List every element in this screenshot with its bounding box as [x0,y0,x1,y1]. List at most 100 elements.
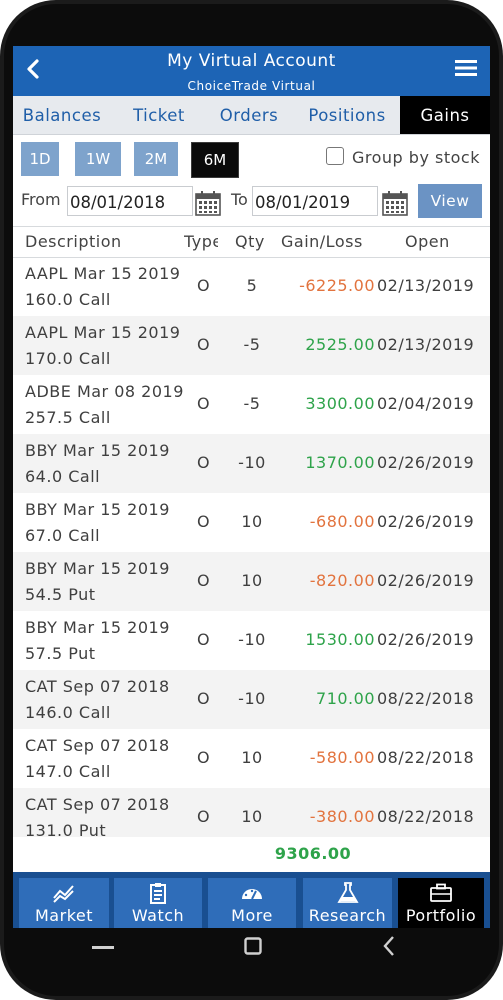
open-date-cell: 02/26/2019 [377,512,475,531]
description-cell: BBY Mar 15 2019 64.0 Call [25,441,170,486]
table-row[interactable]: AAPL Mar 15 2019 170.0 Call O -5 2525.00… [13,316,490,375]
table-row[interactable]: CAT Sep 07 2018 146.0 Call O -10 710.00 … [13,670,490,729]
description-cell: BBY Mar 15 2019 54.5 Put [25,559,170,604]
column-header-gain-loss[interactable]: Gain/Loss [281,232,363,251]
checkbox-icon[interactable] [326,147,344,165]
column-header-open[interactable]: Open [405,232,450,251]
open-date-cell: 08/22/2018 [377,689,475,708]
date-range-bar: From 08/01/2018 To 08/01/2019 View [13,184,490,220]
table-row[interactable]: CAT Sep 07 2018 147.0 Call O 10 -580.00 … [13,729,490,788]
tab-orders[interactable]: Orders [209,96,289,134]
group-by-stock-toggle[interactable]: Group by stock [326,147,480,167]
period-1w-button[interactable]: 1W [75,142,121,176]
gain-loss-cell: -580.00 [309,748,375,767]
type-cell: O [197,571,211,590]
nav-portfolio-button[interactable]: Portfolio [398,878,484,928]
nav-watch-label: Watch [131,906,185,925]
type-cell: O [197,689,211,708]
qty-cell: 10 [241,748,263,767]
gain-loss-cell: 710.00 [316,689,375,708]
tab-gains[interactable]: Gains [400,96,490,134]
gain-loss-cell: 2525.00 [305,335,375,354]
gain-loss-cell: -680.00 [309,512,375,531]
nav-market-button[interactable]: Market [19,878,109,928]
column-header-qty[interactable]: Qty [235,232,265,251]
page-title: My Virtual Account [167,51,336,71]
nav-watch-button[interactable]: Watch [114,878,202,928]
open-date-cell: 08/22/2018 [377,807,475,826]
nav-research-label: Research [308,906,387,925]
gain-loss-cell: 3300.00 [305,394,375,413]
calendar-icon[interactable] [195,190,221,216]
table-header: Description Type Qty Gain/Loss Open [13,226,490,258]
system-nav-bar [0,928,503,968]
type-cell: O [197,630,211,649]
table-row[interactable]: BBY Mar 15 2019 54.5 Put O 10 -820.00 02… [13,552,490,611]
gain-loss-cell: -6225.00 [299,276,375,295]
hamburger-menu-icon[interactable] [454,58,478,78]
nav-research-button[interactable]: Research [303,878,392,928]
type-cell: O [197,394,211,413]
type-cell: O [197,453,211,472]
gains-table-body: AAPL Mar 15 2019 160.0 Call O 5 -6225.00… [13,257,490,837]
description-cell: ADBE Mar 08 2019 257.5 Call [25,382,184,427]
table-row[interactable]: ADBE Mar 08 2019 257.5 Call O -5 3300.00… [13,375,490,434]
flask-icon [336,882,359,903]
nav-more-label: More [231,906,273,925]
system-back-icon[interactable] [382,935,396,957]
recent-apps-icon[interactable] [92,946,114,950]
qty-cell: -10 [238,689,266,708]
nav-portfolio-label: Portfolio [405,906,477,925]
type-cell: O [197,335,211,354]
table-row[interactable]: BBY Mar 15 2019 57.5 Put O -10 1530.00 0… [13,611,490,670]
qty-cell: 10 [241,807,263,826]
app-screen: My Virtual Account ChoiceTrade Virtual B… [13,46,490,928]
qty-cell: 5 [246,276,258,295]
type-cell: O [197,807,211,826]
from-date-input[interactable]: 08/01/2018 [67,186,193,216]
bottom-nav: Market Watch More Research Portfolio [13,872,490,928]
description-cell: BBY Mar 15 2019 57.5 Put [25,618,170,663]
period-1d-button[interactable]: 1D [21,142,59,176]
tab-balances[interactable]: Balances [13,96,111,134]
open-date-cell: 02/26/2019 [377,571,475,590]
qty-cell: -5 [243,394,261,413]
qty-cell: -10 [238,453,266,472]
description-cell: BBY Mar 15 2019 67.0 Call [25,500,170,545]
qty-cell: -10 [238,630,266,649]
gain-loss-cell: 1370.00 [305,453,375,472]
tab-positions[interactable]: Positions [297,96,397,134]
period-6m-button[interactable]: 6M [191,142,239,178]
description-cell: AAPL Mar 15 2019 170.0 Call [25,323,181,368]
period-2m-button[interactable]: 2M [134,142,178,176]
tab-ticket[interactable]: Ticket [117,96,201,134]
open-date-cell: 02/04/2019 [377,394,475,413]
home-icon[interactable] [244,937,262,955]
group-by-stock-label: Group by stock [352,148,480,167]
column-header-type[interactable]: Type [184,232,218,251]
page-subtitle: ChoiceTrade Virtual [187,79,316,93]
qty-cell: 10 [241,512,263,531]
calendar-icon[interactable] [382,190,408,216]
description-cell: CAT Sep 07 2018 146.0 Call [25,677,170,722]
table-row[interactable]: BBY Mar 15 2019 64.0 Call O -10 1370.00 … [13,434,490,493]
briefcase-icon [430,883,452,902]
open-date-cell: 08/22/2018 [377,748,475,767]
app-header: My Virtual Account ChoiceTrade Virtual [13,46,490,96]
gain-loss-cell: -380.00 [309,807,375,826]
chart-line-icon [53,885,74,903]
table-row[interactable]: AAPL Mar 15 2019 160.0 Call O 5 -6225.00… [13,257,490,316]
gain-loss-total: 9306.00 [274,844,352,863]
qty-cell: -5 [243,335,261,354]
gain-loss-cell: -820.00 [309,571,375,590]
gain-loss-cell: 1530.00 [305,630,375,649]
open-date-cell: 02/26/2019 [377,630,475,649]
open-date-cell: 02/13/2019 [377,276,475,295]
to-date-input[interactable]: 08/01/2019 [252,186,378,216]
table-row[interactable]: BBY Mar 15 2019 67.0 Call O 10 -680.00 0… [13,493,490,552]
nav-more-button[interactable]: More [208,878,296,928]
table-row[interactable]: CAT Sep 07 2018 131.0 Put O 10 -380.00 0… [13,788,490,837]
column-header-description[interactable]: Description [25,232,122,251]
to-label: To [231,190,248,209]
view-button[interactable]: View [418,184,482,218]
